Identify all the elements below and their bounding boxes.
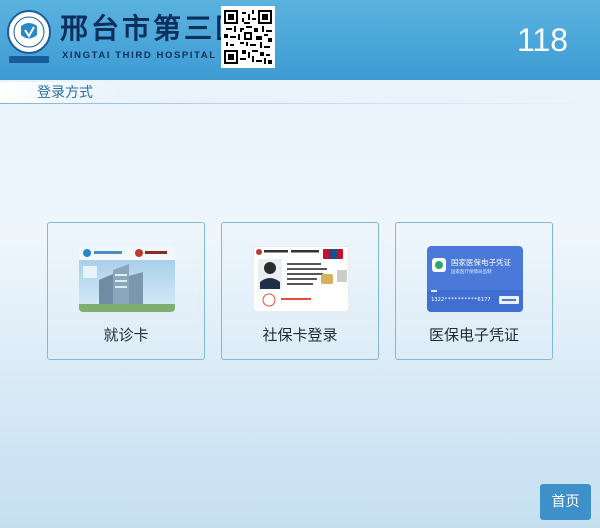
hospital-name-cn: 邢台市第三医院	[60, 12, 278, 45]
option-visit-card[interactable]: 就诊卡	[47, 222, 205, 360]
social-security-card-icon	[253, 246, 349, 312]
hospital-name-en: XINGTAI THIRD HOSPITAL	[62, 50, 217, 61]
ecert-title: 国家医保电子凭证	[451, 257, 511, 267]
option-label: 医保电子凭证	[428, 326, 519, 344]
option-medical-insurance-ecert[interactable]: 国家医保电子凭证 国家医疗保障局监制 1322**********6177 医保…	[395, 222, 553, 360]
qr-code-icon	[224, 10, 272, 64]
header-bar: 邢台市第三医院 XINGTAI THIRD HOSPITAL 118	[0, 0, 600, 80]
countdown-counter: 118	[516, 22, 568, 58]
hospital-logo-icon	[7, 10, 51, 63]
ecert-number: 1322**********6177	[431, 297, 491, 303]
option-label: 社保卡登录	[262, 326, 338, 344]
option-label: 就诊卡	[103, 326, 149, 344]
hospital-card-icon	[79, 246, 175, 312]
qr-code	[221, 6, 275, 68]
section-title: 登录方式	[37, 85, 93, 101]
option-social-security-card[interactable]: 社保卡登录	[221, 222, 379, 360]
section-divider	[0, 103, 600, 104]
ecert-subtitle: 国家医疗保障局监制	[451, 268, 492, 275]
home-button[interactable]: 首页	[540, 484, 591, 520]
medical-insurance-ecert-icon: 国家医保电子凭证 国家医疗保障局监制 1322**********6177	[427, 246, 523, 312]
section-tab: 登录方式	[0, 82, 120, 104]
